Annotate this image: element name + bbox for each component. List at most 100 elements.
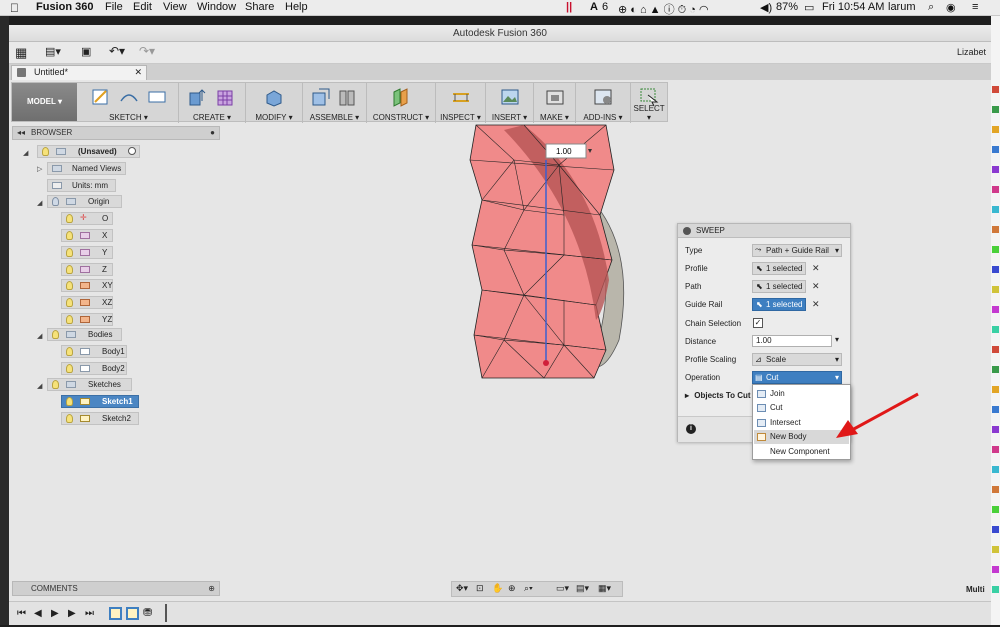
- insert-image-icon[interactable]: [500, 87, 520, 107]
- guide-rail-select-button[interactable]: ⬉ 1 selected: [752, 298, 806, 311]
- grid-settings-icon[interactable]: ▦▾: [598, 583, 611, 594]
- modify-group[interactable]: MODIFY ▾: [246, 83, 303, 123]
- pause-icon[interactable]: ||: [566, 1, 572, 13]
- collapse-arrows-icon[interactable]: ◂◂: [17, 127, 25, 139]
- distance-input[interactable]: 1.00: [752, 335, 832, 347]
- app-menu[interactable]: Fusion 360: [36, 1, 93, 13]
- save-icon[interactable]: ▣: [81, 45, 91, 58]
- addins-group[interactable]: ADD-INS ▾: [576, 83, 631, 123]
- zoom-icon[interactable]: ⊕: [508, 583, 516, 594]
- visibility-bulb-icon[interactable]: [66, 347, 73, 356]
- collapse-dialog-icon[interactable]: [683, 227, 691, 235]
- offset-plane-icon[interactable]: [391, 87, 411, 107]
- menu-share[interactable]: Share: [245, 1, 274, 13]
- look-at-icon[interactable]: ⊡: [476, 583, 484, 594]
- origin-item-yz[interactable]: YZ: [61, 313, 113, 326]
- viewport-model[interactable]: 1.00: [464, 120, 644, 380]
- origin-item-y[interactable]: Y: [61, 246, 113, 259]
- distance-dropdown-icon[interactable]: ▾: [835, 335, 839, 344]
- visibility-bulb-icon[interactable]: [66, 214, 73, 223]
- units-node[interactable]: Units: mm: [47, 179, 116, 192]
- browser-options-icon[interactable]: ●: [210, 127, 215, 139]
- visibility-bulb-icon[interactable]: [66, 397, 73, 406]
- clear-path-icon[interactable]: ✕: [812, 281, 820, 292]
- activate-radio-icon[interactable]: [128, 147, 136, 155]
- display-settings-icon[interactable]: ▭▾: [556, 583, 569, 594]
- path-select-button[interactable]: ⬉ 1 selected: [752, 280, 806, 293]
- expand-sketches-icon[interactable]: ◢: [37, 382, 42, 390]
- document-tab[interactable]: Untitled* ✕: [11, 65, 147, 80]
- menu-view[interactable]: View: [163, 1, 187, 13]
- expand-origin-icon[interactable]: ◢: [37, 199, 42, 207]
- pan-icon[interactable]: ✋: [492, 583, 503, 594]
- origin-item-o[interactable]: ✛ O: [61, 212, 113, 225]
- spotlight-icon[interactable]: ⌕: [928, 1, 934, 14]
- create-group[interactable]: CREATE ▾: [179, 83, 246, 123]
- go-to-end-icon[interactable]: ⏭: [85, 608, 94, 619]
- status-icons[interactable]: ⊕ ◐ ⌂ ▲ ⓘ ⏱ ◔ ◠: [618, 1, 709, 17]
- visibility-bulb-icon[interactable]: [52, 380, 59, 389]
- origin-item-xz[interactable]: XZ: [61, 296, 113, 309]
- apple-menu-icon[interactable]: : [10, 1, 19, 15]
- measure-icon[interactable]: [451, 87, 471, 107]
- path-end-point[interactable]: [543, 360, 549, 366]
- menu-file[interactable]: File: [105, 1, 123, 13]
- timeline-marker-icon[interactable]: [165, 604, 174, 622]
- sweep-header[interactable]: SWEEP: [678, 224, 850, 238]
- user-name[interactable]: larum: [888, 1, 916, 13]
- body2-node[interactable]: Body2: [61, 362, 127, 375]
- visibility-bulb-icon[interactable]: [66, 414, 73, 423]
- visibility-bulb-icon[interactable]: [66, 265, 73, 274]
- chain-selection-checkbox[interactable]: ✓: [753, 318, 763, 328]
- visibility-bulb-icon[interactable]: [66, 248, 73, 257]
- redo-icon[interactable]: ↷▾: [139, 44, 155, 58]
- select-group[interactable]: SELECT ▾: [631, 83, 667, 123]
- sketch2-node[interactable]: Sketch2: [61, 412, 139, 425]
- timeline-feature-icon[interactable]: ⛃: [143, 606, 152, 619]
- profile-scaling-dropdown[interactable]: ⊿ Scale ▾: [752, 353, 842, 366]
- workspace-switcher[interactable]: MODEL ▾: [12, 83, 77, 121]
- scripts-icon[interactable]: [593, 87, 613, 107]
- origin-item-x[interactable]: X: [61, 229, 113, 242]
- operation-dropdown[interactable]: ▤ Cut ▾: [752, 371, 842, 384]
- user-account[interactable]: Lizabet: [957, 47, 986, 57]
- orbit-icon[interactable]: ✥▾: [456, 583, 468, 594]
- construct-group[interactable]: CONSTRUCT ▾: [367, 83, 436, 123]
- expand-objects-icon[interactable]: ▸: [685, 391, 689, 400]
- type-dropdown[interactable]: ⤳ Path + Guide Rail ▾: [752, 244, 842, 257]
- siri-icon[interactable]: ◉: [946, 1, 956, 14]
- volume-icon[interactable]: ◀): [760, 1, 772, 14]
- clear-guide-rail-icon[interactable]: ✕: [812, 299, 820, 310]
- option-new-component[interactable]: New Component: [754, 445, 849, 459]
- origin-item-xy[interactable]: XY: [61, 279, 113, 292]
- visibility-bulb-icon[interactable]: [52, 330, 59, 339]
- visibility-bulb-icon[interactable]: [66, 364, 73, 373]
- body1-node[interactable]: Body1: [61, 345, 127, 358]
- assemble-group[interactable]: ASSEMBLE ▾: [303, 83, 367, 123]
- close-tab-icon[interactable]: ✕: [134, 66, 142, 79]
- bodies-node[interactable]: Bodies: [47, 328, 122, 341]
- comments-panel[interactable]: COMMENTS ⊕: [12, 581, 220, 596]
- clock[interactable]: Fri 10:54 AM: [822, 1, 884, 13]
- menu-edit[interactable]: Edit: [133, 1, 152, 13]
- visibility-bulb-icon[interactable]: [42, 147, 49, 156]
- extrude-icon[interactable]: [187, 87, 207, 107]
- play-icon[interactable]: ▶: [51, 608, 59, 619]
- create-sketch-icon[interactable]: [91, 87, 111, 107]
- expand-named-views-icon[interactable]: ▷: [37, 165, 42, 173]
- visibility-bulb-icon[interactable]: [66, 281, 73, 290]
- notification-icon[interactable]: ≡: [972, 1, 978, 13]
- rectangle-icon[interactable]: [147, 87, 167, 107]
- browser-root-node[interactable]: (Unsaved): [37, 145, 140, 158]
- adobe-icon[interactable]: A: [590, 1, 598, 13]
- expand-root-icon[interactable]: ◢: [23, 149, 28, 157]
- make-group[interactable]: MAKE ▾: [534, 83, 576, 123]
- origin-node[interactable]: Origin: [47, 195, 122, 208]
- timeline-sketch1-icon[interactable]: [109, 607, 122, 620]
- profile-select-button[interactable]: ⬉ 1 selected: [752, 262, 806, 275]
- origin-item-z[interactable]: Z: [61, 263, 113, 276]
- 3d-print-icon[interactable]: [545, 87, 565, 107]
- named-views-node[interactable]: Named Views: [47, 162, 126, 175]
- visibility-bulb-icon[interactable]: [66, 315, 73, 324]
- menu-help[interactable]: Help: [285, 1, 308, 13]
